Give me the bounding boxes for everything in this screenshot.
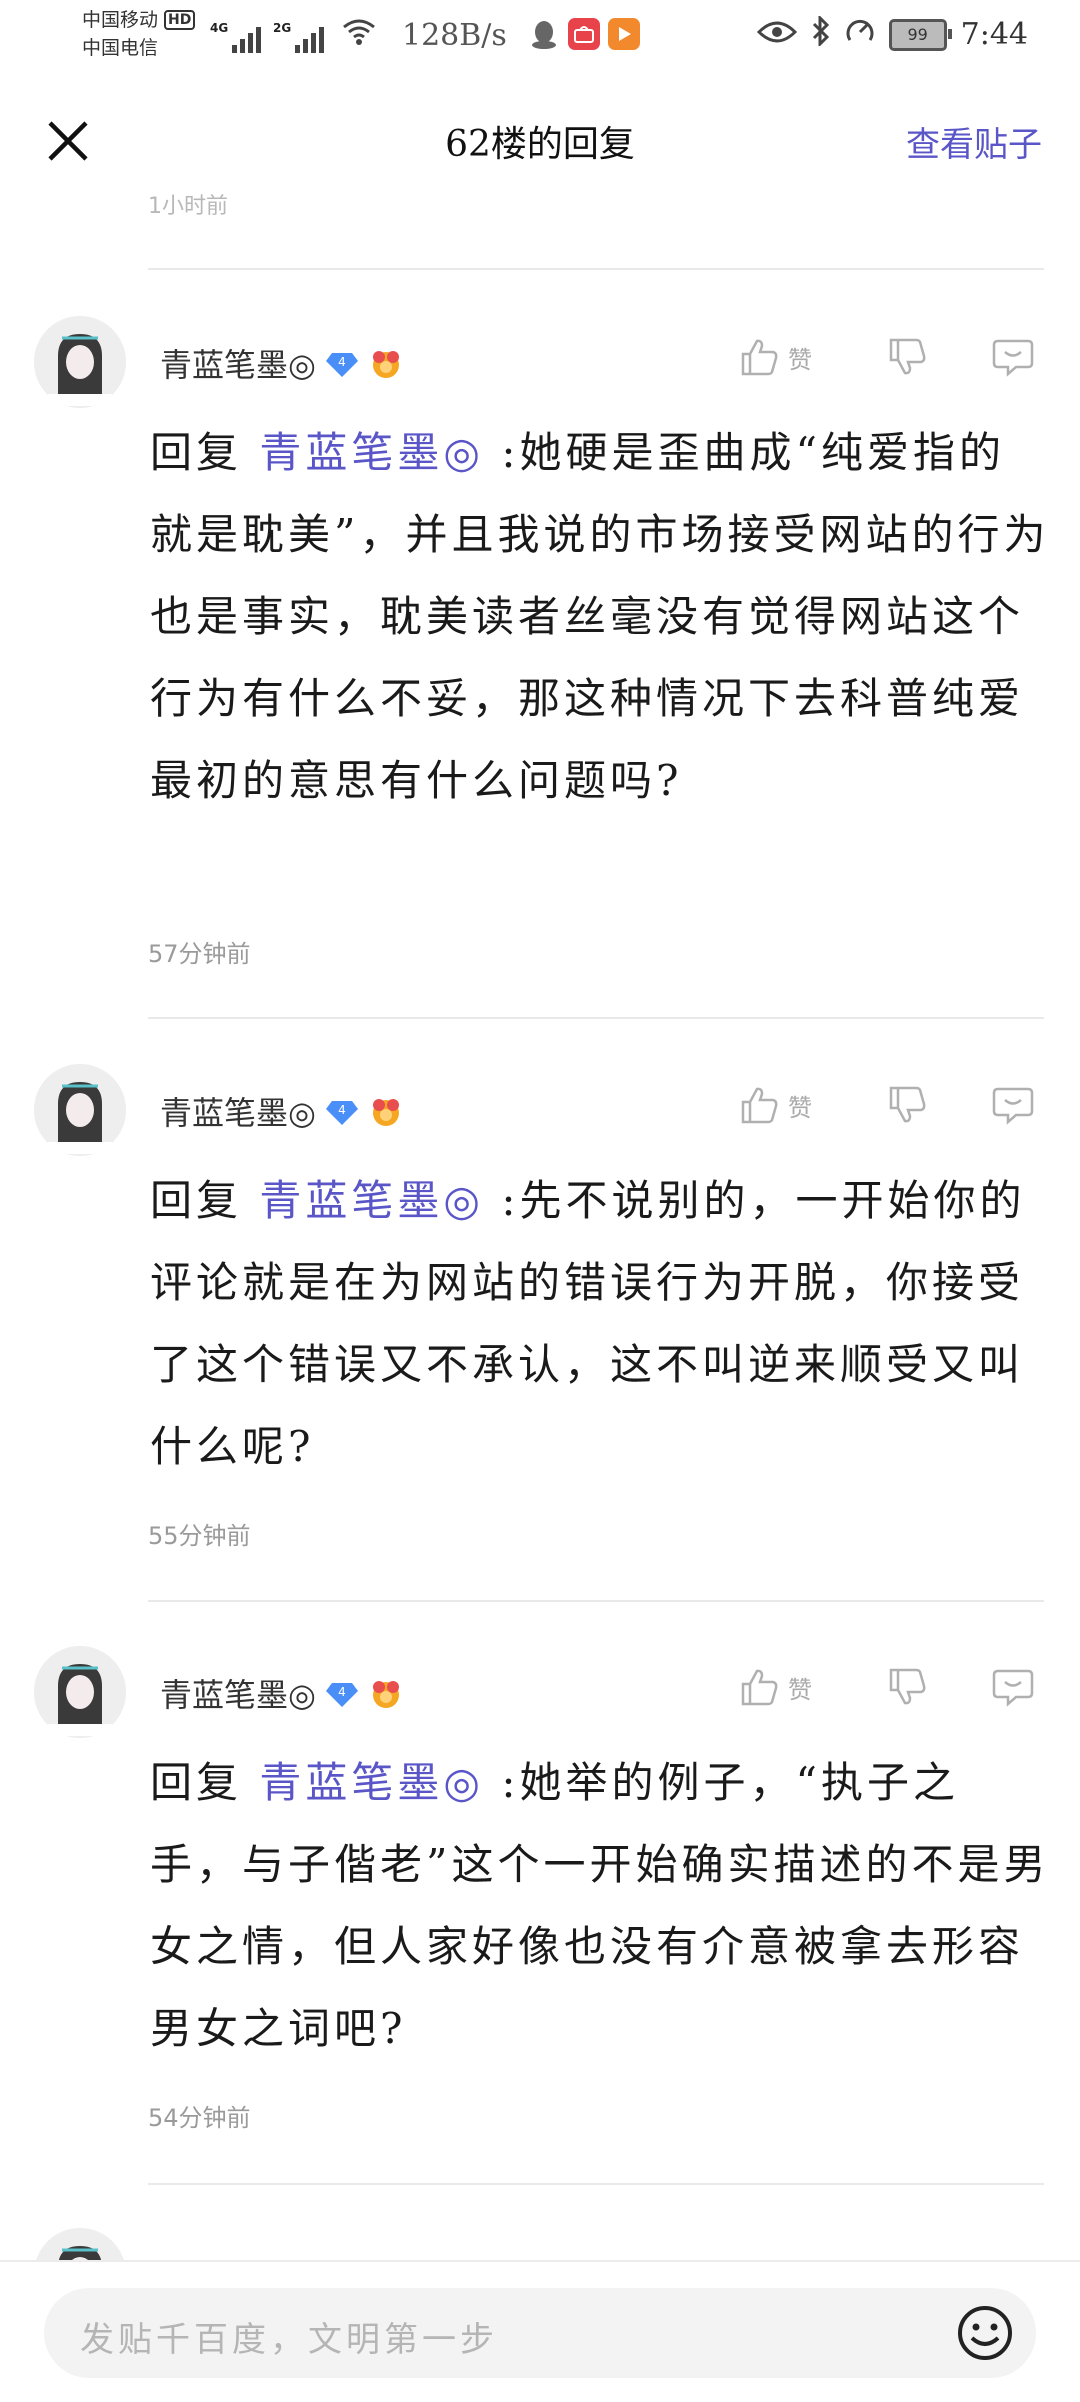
user-info: 青蓝笔墨◎ 4 — [160, 1670, 404, 1716]
network-type-2: 2G — [273, 21, 292, 35]
avatar[interactable] — [34, 316, 126, 408]
diamond-level-icon: 4 — [325, 1101, 358, 1125]
signal-indicators: 4G 2G — [210, 18, 376, 53]
comment-text: 回复 青蓝笔墨◎ :她硬是歪曲成“纯爱指的就是耽美”，并且我说的市场接受网站的行… — [150, 412, 1050, 822]
battery-level: 99 — [907, 25, 928, 44]
view-post-link[interactable]: 查看贴子 — [906, 117, 1042, 166]
carrier-info: 中国移动 HD 中国电信 — [82, 6, 196, 62]
reply-prefix: 回复 — [150, 1176, 260, 1225]
huawei-store-icon — [568, 18, 600, 50]
network-type-1: 4G — [210, 21, 229, 35]
bluetooth-icon — [811, 14, 831, 53]
divider — [148, 1600, 1044, 1602]
reply-input-bar: 发贴千百度，文明第一步 — [0, 2260, 1080, 2402]
reply-button[interactable] — [990, 334, 1036, 380]
eye-icon — [756, 18, 797, 51]
thumbs-down-icon — [889, 338, 926, 375]
comment-actions: 赞 — [736, 1082, 1036, 1128]
mention-link[interactable]: 青蓝笔墨◎ — [259, 1176, 484, 1225]
network-speed: 128B/s — [402, 18, 507, 53]
carrier-2: 中国电信 — [82, 37, 159, 59]
wifi-icon — [342, 18, 376, 53]
diamond-level-icon: 4 — [325, 353, 358, 377]
dislike-button[interactable] — [884, 334, 930, 380]
emoji-button[interactable] — [956, 2304, 1014, 2362]
dislike-button[interactable] — [884, 1082, 930, 1128]
fire-badge-icon — [372, 351, 399, 378]
avatar[interactable] — [34, 1646, 126, 1738]
qq-icon — [528, 18, 560, 50]
video-app-icon — [608, 18, 640, 50]
like-button[interactable]: 赞 — [736, 1082, 812, 1128]
like-label: 赞 — [788, 345, 812, 374]
fire-badge-icon — [372, 1681, 399, 1708]
like-button[interactable]: 赞 — [736, 334, 812, 380]
comment-time: 57分钟前 — [148, 940, 251, 968]
comment-icon — [992, 339, 1034, 377]
comment-text: 回复 青蓝笔墨◎ :先不说别的，一开始你的评论就是在为网站的错误行为开脱，你接受… — [150, 1160, 1050, 1488]
thumbs-down-icon — [889, 1086, 926, 1123]
user-info: 青蓝笔墨◎ 4 — [160, 340, 404, 386]
username[interactable]: 青蓝笔墨◎ — [160, 340, 316, 386]
level-number: 4 — [338, 1685, 346, 1699]
fire-badge-icon — [372, 1099, 399, 1126]
divider — [148, 268, 1044, 270]
reply-prefix: 回复 — [150, 428, 260, 477]
reply-prefix: 回复 — [150, 1758, 260, 1807]
reply-input[interactable]: 发贴千百度，文明第一步 — [44, 2288, 1036, 2378]
comment-actions: 赞 — [736, 1664, 1036, 1710]
data-saver-icon — [845, 16, 875, 53]
comment-text: 回复 青蓝笔墨◎ :她举的例子，“执子之手，与子偕老”这个一开始确实描述的不是男… — [150, 1742, 1050, 2070]
comment-icon — [992, 1669, 1034, 1707]
thumbs-up-icon — [736, 334, 782, 380]
comment-body: :她硬是歪曲成“纯爱指的就是耽美”，并且我说的市场接受网站的行为也是事实，耽美读… — [150, 428, 1050, 805]
hd-badge: HD — [164, 10, 196, 30]
thumbs-up-icon — [736, 1082, 782, 1128]
previous-timestamp: 1小时前 — [148, 194, 228, 219]
header: 62楼的回复 查看贴子 — [0, 95, 1080, 185]
comment-actions: 赞 — [736, 334, 1036, 380]
mention-link[interactable]: 青蓝笔墨◎ — [259, 1758, 484, 1807]
signal-4g-icon: 4G — [210, 21, 261, 53]
input-placeholder: 发贴千百度，文明第一步 — [80, 2320, 498, 2360]
comment-time: 54分钟前 — [148, 2104, 251, 2132]
thumbs-down-icon — [889, 1668, 926, 1705]
username[interactable]: 青蓝笔墨◎ — [160, 1670, 316, 1716]
avatar[interactable] — [34, 1064, 126, 1156]
signal-2g-icon: 2G — [273, 21, 324, 53]
diamond-level-icon: 4 — [325, 1683, 358, 1707]
thumbs-up-icon — [736, 1664, 782, 1710]
reply-button[interactable] — [990, 1082, 1036, 1128]
username[interactable]: 青蓝笔墨◎ — [160, 1088, 316, 1134]
divider — [148, 1017, 1044, 1019]
comment-icon — [992, 1087, 1034, 1125]
clock: 7:44 — [960, 17, 1028, 52]
mention-link[interactable]: 青蓝笔墨◎ — [259, 428, 484, 477]
smiley-icon — [958, 2306, 1012, 2360]
divider — [148, 2183, 1044, 2185]
comment-time: 55分钟前 — [148, 1522, 251, 1550]
like-label: 赞 — [788, 1093, 812, 1122]
notification-icons — [528, 18, 640, 50]
like-label: 赞 — [788, 1675, 812, 1704]
status-right-group: 99 7:44 — [756, 14, 1028, 53]
carrier-1: 中国移动 — [82, 9, 159, 31]
level-number: 4 — [338, 1103, 346, 1117]
status-bar: 中国移动 HD 中国电信 4G 2G 128B/s 99 7:44 — [0, 0, 1080, 80]
like-button[interactable]: 赞 — [736, 1664, 812, 1710]
user-info: 青蓝笔墨◎ 4 — [160, 1088, 404, 1134]
level-number: 4 — [338, 355, 346, 369]
reply-button[interactable] — [990, 1664, 1036, 1710]
battery-icon: 99 — [888, 18, 952, 51]
dislike-button[interactable] — [884, 1664, 930, 1710]
